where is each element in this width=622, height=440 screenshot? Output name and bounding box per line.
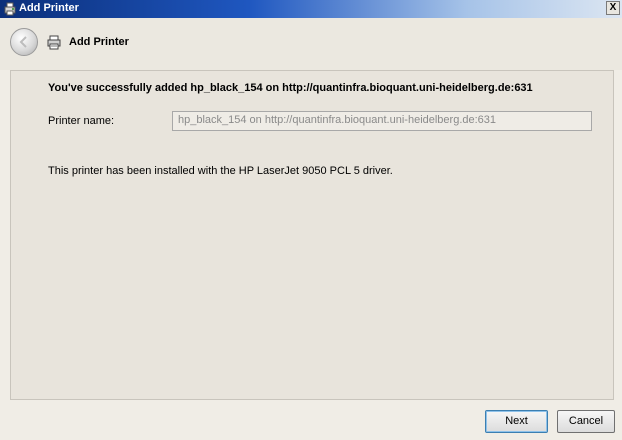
cancel-button[interactable]: Cancel bbox=[557, 410, 615, 433]
driver-message: This printer has been installed with the… bbox=[48, 165, 393, 177]
back-button[interactable] bbox=[10, 28, 38, 56]
printer-name-field[interactable]: hp_black_154 on http://quantinfra.bioqua… bbox=[172, 111, 592, 131]
printer-name-label: Printer name: bbox=[48, 115, 115, 127]
success-message: You've successfully added hp_black_154 o… bbox=[48, 82, 533, 94]
printer-icon bbox=[46, 34, 62, 50]
page-title: Add Printer bbox=[69, 36, 129, 48]
printer-app-icon bbox=[3, 2, 17, 16]
close-button[interactable]: X bbox=[606, 1, 620, 15]
next-button[interactable]: Next bbox=[485, 410, 548, 433]
title-bar: Add Printer X bbox=[0, 0, 622, 18]
window-title: Add Printer bbox=[19, 2, 79, 14]
